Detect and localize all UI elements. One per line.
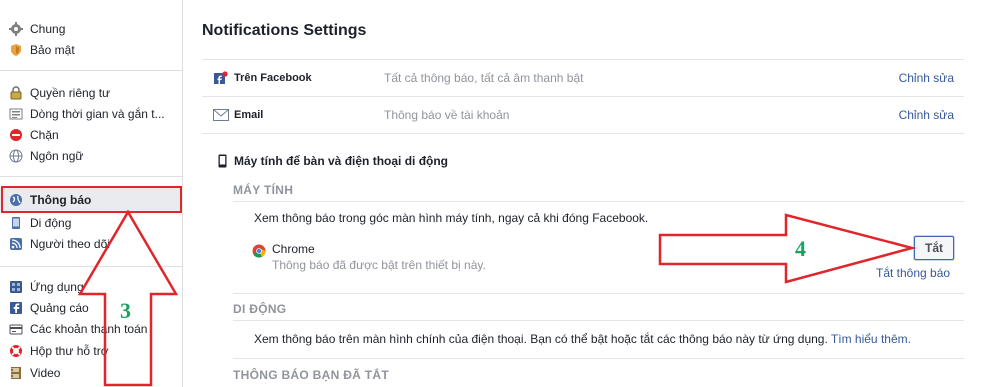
main-content: Notifications Settings Trên Facebook Tất… <box>184 0 982 387</box>
browser-name: Chrome <box>272 242 315 256</box>
section-title: Máy tính để bàn và điện thoại di động <box>218 154 448 168</box>
turn-off-button[interactable]: Tắt <box>914 236 954 260</box>
sidebar-item-payments[interactable]: Các khoản thanh toán <box>0 318 183 339</box>
row-description: Tất cả thông báo, tất cả âm thanh bật <box>384 71 584 85</box>
browser-status: Thông báo đã được bật trên thiết bị này. <box>272 258 486 272</box>
lifebuoy-icon <box>8 343 24 359</box>
sidebar-item-followers[interactable]: Người theo dõi <box>0 233 183 254</box>
block-icon <box>8 127 24 143</box>
mobile-description: Xem thông báo trên màn hình chính của đi… <box>254 332 974 346</box>
sidebar-item-label: Người theo dõi <box>30 236 110 251</box>
lock-icon <box>8 85 24 101</box>
rss-icon <box>8 236 24 252</box>
sidebar-item-label: Di động <box>30 215 72 230</box>
desktop-description: Xem thông báo trong góc màn hình máy tín… <box>254 211 649 225</box>
row-label: Trên Facebook <box>234 72 312 84</box>
sidebar-divider <box>0 266 183 267</box>
edit-link[interactable]: Chỉnh sửa <box>899 71 954 85</box>
step-3-label: 3 <box>120 298 131 323</box>
settings-row-facebook[interactable]: Trên Facebook Tất cả thông báo, tất cả â… <box>202 60 964 97</box>
row-description: Thông báo về tài khoản <box>384 108 510 122</box>
divider <box>233 358 964 359</box>
shield-icon <box>8 42 24 58</box>
mobile-description-text: Xem thông báo trên màn hình chính của đi… <box>254 332 828 346</box>
gear-icon <box>8 21 24 37</box>
sidebar-item-general[interactable]: Chung <box>0 18 183 39</box>
sidebar-item-label: Ngôn ngữ <box>30 148 84 163</box>
sidebar-item-label: Quyền riêng tư <box>30 85 111 100</box>
email-icon <box>212 108 230 122</box>
mobile-icon <box>8 215 24 231</box>
sidebar-item-label: Dòng thời gian và gắn t... <box>30 106 165 121</box>
sidebar-item-label: Ứng dụng <box>30 279 84 294</box>
timeline-icon <box>8 106 24 122</box>
sidebar-item-blocking[interactable]: Chặn <box>0 124 183 145</box>
sidebar-item-label: Hộp thư hỗ trợ <box>30 343 109 358</box>
divider <box>233 201 964 202</box>
turn-off-notifications-link[interactable]: Tắt thông báo <box>876 266 950 280</box>
browser-entry: Chrome Thông báo đã được bật trên thiết … <box>252 242 486 272</box>
film-icon <box>8 365 24 381</box>
sidebar-divider <box>0 176 183 177</box>
sidebar-item-support-inbox[interactable]: Hộp thư hỗ trợ <box>0 340 183 361</box>
sidebar-item-label: Chặn <box>30 127 59 142</box>
sidebar-item-label: Chung <box>30 21 66 36</box>
sidebar-item-mobile[interactable]: Di động <box>0 212 183 233</box>
phone-icon <box>218 154 228 168</box>
muted-caption: THÔNG BÁO BẠN ĐÃ TẮT <box>233 368 389 382</box>
sidebar-item-timeline[interactable]: Dòng thời gian và gắn t... <box>0 103 183 124</box>
section-title-text: Máy tính để bàn và điện thoại di động <box>234 154 449 168</box>
chrome-icon <box>252 244 266 258</box>
sidebar-item-ads[interactable]: Quảng cáo <box>0 297 183 318</box>
sidebar-item-security[interactable]: Bảo mật <box>0 39 183 60</box>
sidebar-item-label: Video <box>30 365 61 380</box>
facebook-notification-icon <box>212 71 230 85</box>
highlight-box <box>1 186 182 213</box>
desktop-caption: MÁY TÍNH <box>233 183 294 197</box>
sidebar-item-apps[interactable]: Ứng dụng <box>0 276 183 297</box>
sidebar-item-label: Bảo mật <box>30 42 75 57</box>
sidebar-divider <box>0 70 183 71</box>
step-4-label: 4 <box>795 236 806 261</box>
payment-icon <box>8 321 24 337</box>
sidebar-item-videos[interactable]: Video <box>0 362 183 383</box>
divider <box>233 293 964 294</box>
row-label: Email <box>234 109 264 121</box>
learn-more-link[interactable]: Tìm hiểu thêm. <box>831 332 911 346</box>
mobile-caption: DI ĐỘNG <box>233 302 287 316</box>
page-title: Notifications Settings <box>202 22 367 39</box>
sidebar-item-privacy[interactable]: Quyền riêng tư <box>0 82 183 103</box>
divider <box>233 320 964 321</box>
apps-icon <box>8 279 24 295</box>
edit-link[interactable]: Chỉnh sửa <box>899 108 954 122</box>
settings-row-email[interactable]: Email Thông báo về tài khoản Chỉnh sửa <box>202 97 964 134</box>
sidebar-item-label: Quảng cáo <box>30 300 89 315</box>
sidebar-item-language[interactable]: Ngôn ngữ <box>0 145 183 166</box>
globe-icon <box>8 148 24 164</box>
ads-icon <box>8 300 24 316</box>
